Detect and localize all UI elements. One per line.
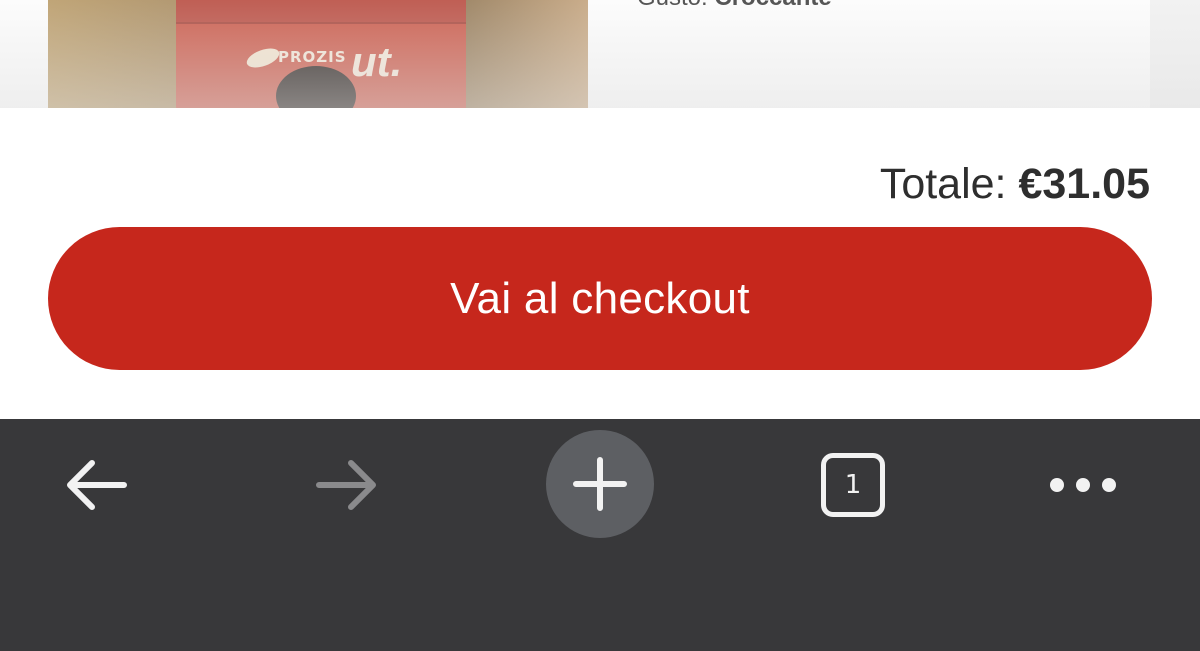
jar-decoration xyxy=(244,44,282,72)
total-label: Totale: xyxy=(879,160,1007,208)
order-total: Totale: €31.05 xyxy=(880,160,1150,209)
jar-label-graphic xyxy=(276,66,356,108)
new-tab-button[interactable] xyxy=(546,430,654,538)
total-amount: €31.05 xyxy=(1018,160,1150,208)
plus-icon xyxy=(573,457,627,511)
jar-label-lettering: ut. xyxy=(351,38,403,85)
jar-lid xyxy=(176,0,466,24)
product-area: PROZIS ut. Gusto: Croccante xyxy=(0,0,1200,108)
browser-toolbar: 1 xyxy=(0,419,1200,651)
tab-switcher-icon: 1 xyxy=(821,453,885,517)
tab-count: 1 xyxy=(844,470,862,500)
flavor-value: Croccante xyxy=(714,0,831,11)
arrow-left-icon xyxy=(67,460,127,510)
back-button[interactable] xyxy=(50,449,140,521)
product-jar: PROZIS ut. xyxy=(176,0,466,108)
tab-switcher-button[interactable]: 1 xyxy=(808,447,898,523)
more-dots-icon xyxy=(1050,478,1116,492)
flavor-label: Gusto: xyxy=(637,0,708,11)
arrow-right-icon xyxy=(316,460,376,510)
checkout-button[interactable]: Vai al checkout xyxy=(48,227,1152,370)
cart-item-card: PROZIS ut. Gusto: Croccante xyxy=(0,0,1150,108)
product-brand-logo: PROZIS xyxy=(278,48,347,66)
checkout-sheet: Totale: €31.05 Vai al checkout xyxy=(0,108,1200,419)
more-menu-button[interactable] xyxy=(1040,449,1126,521)
product-flavor: Gusto: Croccante xyxy=(637,0,832,12)
forward-button[interactable] xyxy=(303,449,393,521)
product-image[interactable]: PROZIS ut. xyxy=(48,0,588,108)
